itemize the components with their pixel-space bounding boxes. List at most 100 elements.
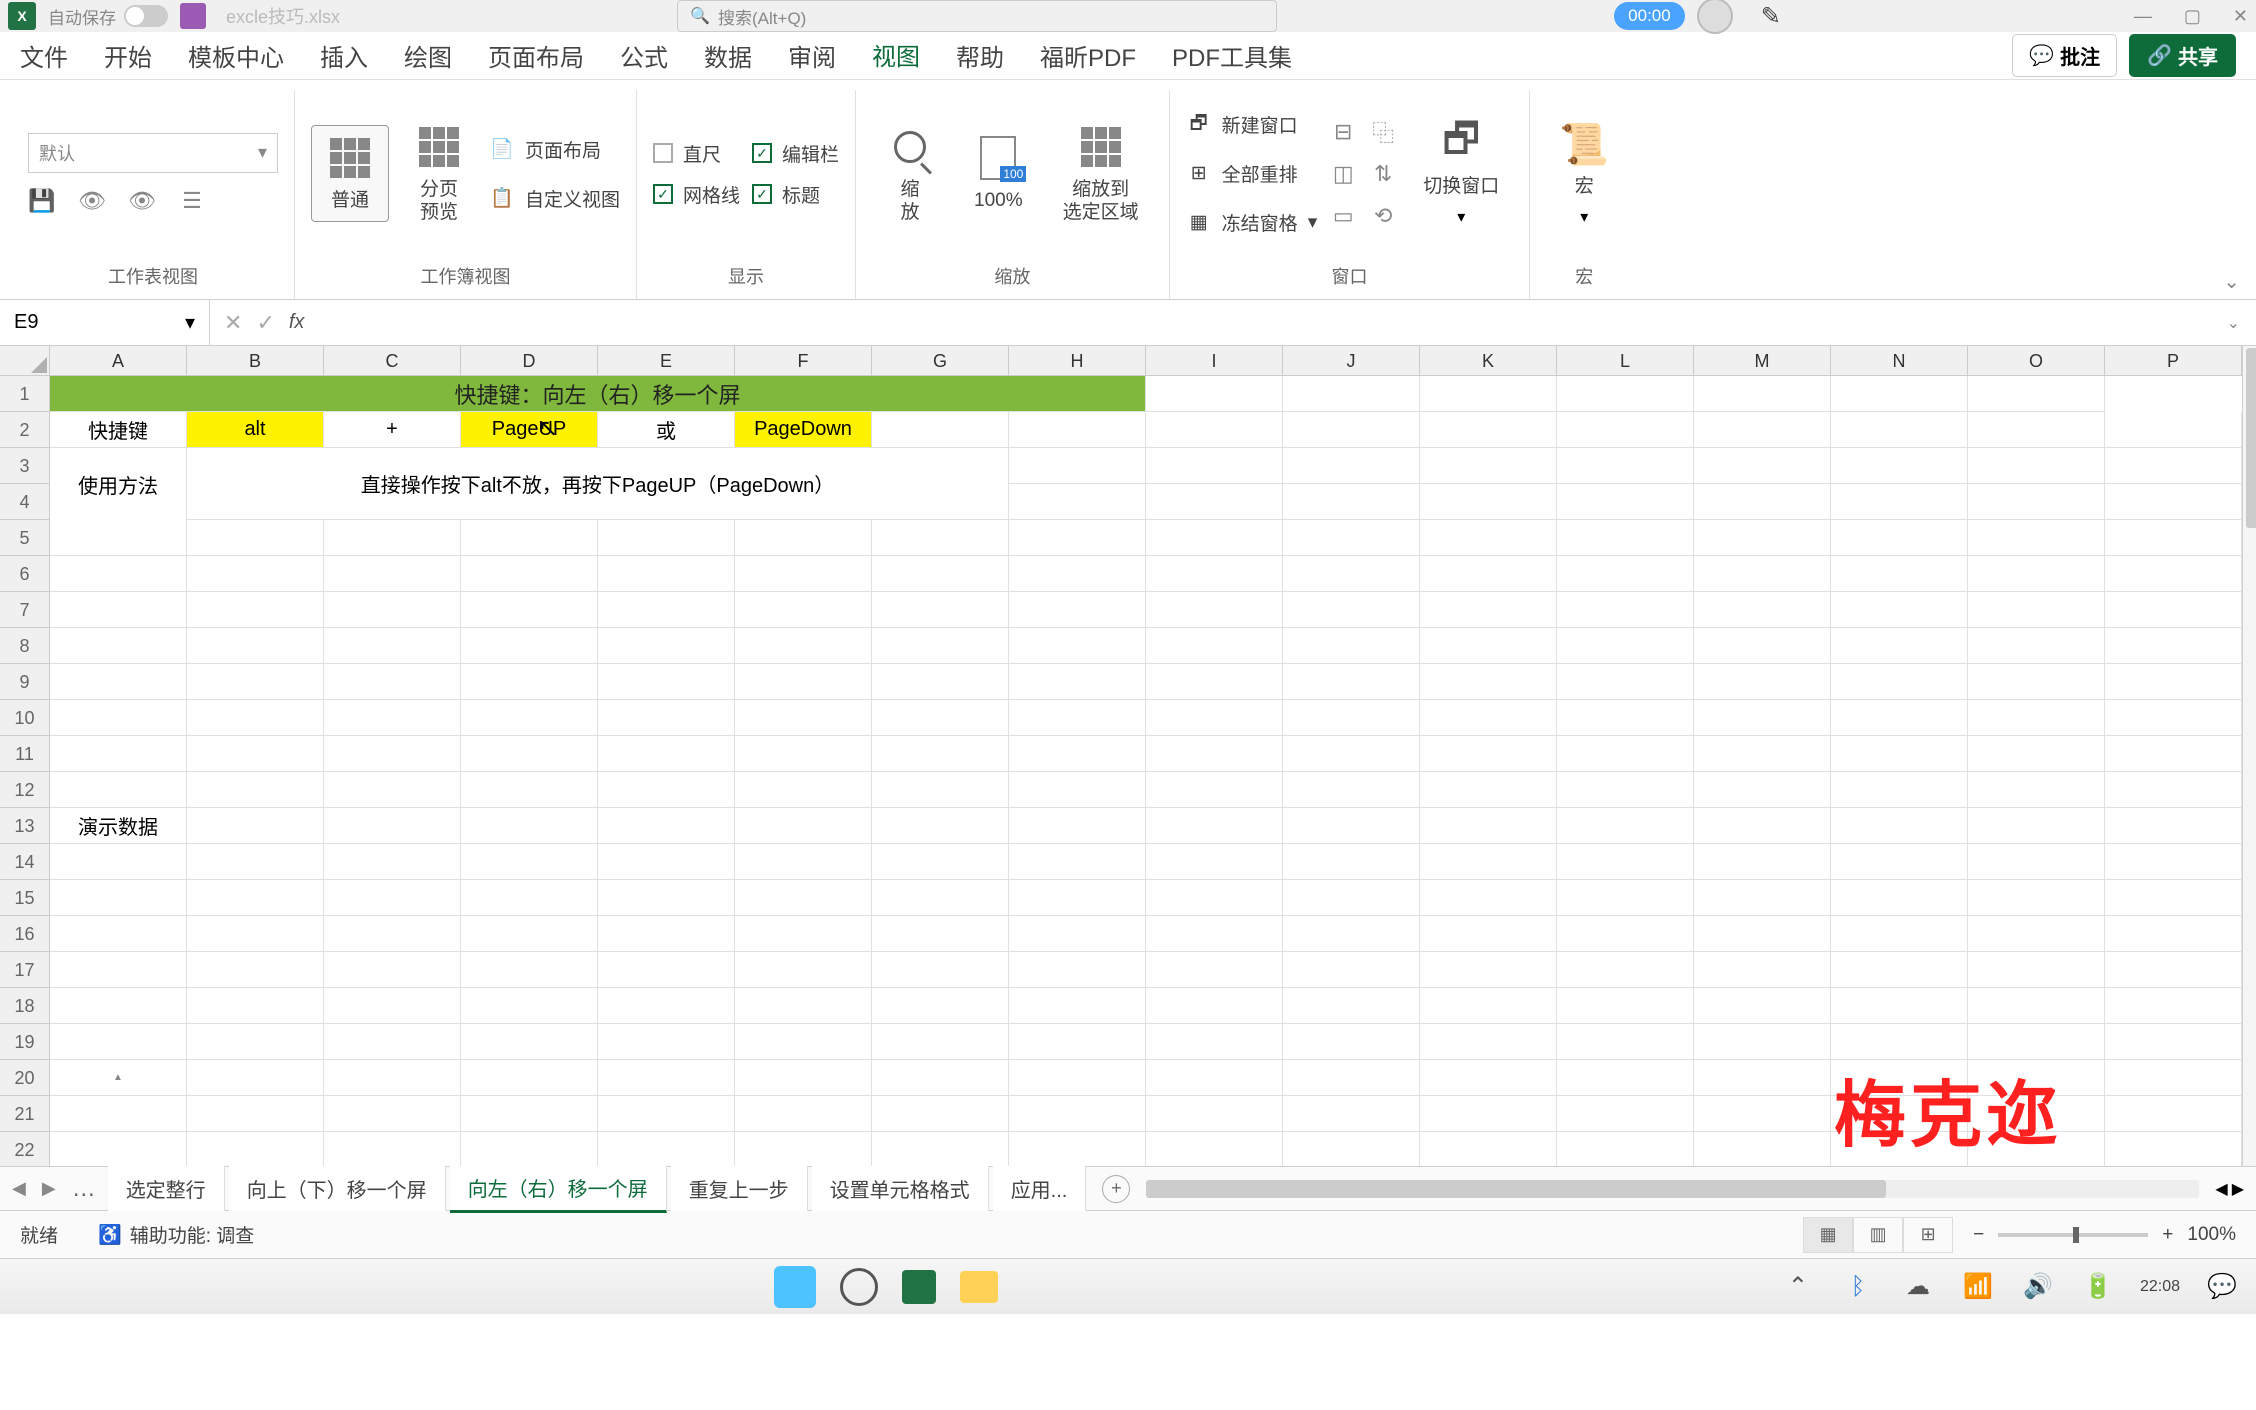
col-header-A[interactable]: A bbox=[50, 346, 187, 376]
cell[interactable] bbox=[735, 952, 872, 988]
cell[interactable] bbox=[324, 1096, 461, 1132]
cell[interactable] bbox=[1283, 952, 1420, 988]
cell[interactable] bbox=[1009, 844, 1146, 880]
cell[interactable] bbox=[1146, 484, 1283, 520]
cell[interactable] bbox=[1420, 844, 1557, 880]
cell[interactable] bbox=[1694, 556, 1831, 592]
row-header-17[interactable]: 17 bbox=[0, 952, 50, 988]
sheet-tab-1[interactable]: 选定整行 bbox=[108, 1166, 225, 1211]
horizontal-scrollbar[interactable] bbox=[1146, 1180, 2199, 1198]
cell[interactable] bbox=[1009, 1132, 1146, 1166]
cell[interactable] bbox=[1009, 988, 1146, 1024]
cell[interactable] bbox=[324, 1024, 461, 1060]
fx-icon[interactable]: fx bbox=[289, 311, 305, 334]
cell[interactable] bbox=[735, 556, 872, 592]
new-icon[interactable]: 👁 bbox=[128, 187, 156, 215]
cell[interactable] bbox=[461, 1096, 598, 1132]
col-header-D[interactable]: D bbox=[461, 346, 598, 376]
cell[interactable] bbox=[1557, 1024, 1694, 1060]
formula-bar-checkbox[interactable]: ✓编辑栏 bbox=[752, 140, 839, 167]
row-header-22[interactable]: 22 bbox=[0, 1132, 50, 1166]
cell[interactable] bbox=[1694, 700, 1831, 736]
row-header-10[interactable]: 10 bbox=[0, 700, 50, 736]
cell[interactable] bbox=[1146, 808, 1283, 844]
row-header-3[interactable]: 3 bbox=[0, 448, 50, 484]
cell[interactable] bbox=[324, 988, 461, 1024]
cell[interactable] bbox=[324, 664, 461, 700]
cell[interactable] bbox=[1009, 916, 1146, 952]
cell[interactable] bbox=[2105, 880, 2242, 916]
cell[interactable] bbox=[1831, 520, 1968, 556]
cell[interactable] bbox=[1694, 1060, 1831, 1096]
cell[interactable] bbox=[872, 808, 1009, 844]
sheet-prev-icon[interactable]: ◀ bbox=[12, 1178, 26, 1199]
hide-icon[interactable]: ◫ bbox=[1329, 160, 1357, 188]
cell[interactable] bbox=[50, 880, 187, 916]
user-avatar[interactable] bbox=[1697, 0, 1733, 34]
cell[interactable] bbox=[1694, 448, 1831, 484]
cell[interactable] bbox=[1283, 988, 1420, 1024]
cell[interactable] bbox=[461, 736, 598, 772]
cell[interactable] bbox=[461, 1024, 598, 1060]
ribbon-collapse-icon[interactable]: ⌄ bbox=[2223, 269, 2240, 294]
cell[interactable] bbox=[1146, 448, 1283, 484]
cell[interactable] bbox=[598, 880, 735, 916]
cell[interactable] bbox=[735, 808, 872, 844]
cell[interactable] bbox=[187, 736, 324, 772]
cell[interactable] bbox=[1420, 412, 1557, 448]
cell[interactable] bbox=[1283, 520, 1420, 556]
expand-formula-icon[interactable]: ⌄ bbox=[2211, 313, 2256, 333]
tab-review[interactable]: 审阅 bbox=[788, 30, 836, 81]
cell[interactable] bbox=[1831, 556, 1968, 592]
cell[interactable] bbox=[187, 664, 324, 700]
cell[interactable] bbox=[1146, 1060, 1283, 1096]
cell-e2[interactable]: 或 bbox=[598, 412, 735, 448]
cell[interactable] bbox=[1831, 484, 1968, 520]
cell[interactable] bbox=[735, 1060, 872, 1096]
cell[interactable] bbox=[1146, 916, 1283, 952]
cell[interactable] bbox=[1968, 808, 2105, 844]
cell[interactable] bbox=[2105, 1024, 2242, 1060]
cell[interactable] bbox=[1420, 988, 1557, 1024]
cell[interactable] bbox=[1968, 448, 2105, 484]
cell[interactable] bbox=[1009, 448, 1146, 484]
cell[interactable] bbox=[1694, 376, 1831, 412]
cell[interactable] bbox=[1146, 664, 1283, 700]
taskbar-folder-icon[interactable] bbox=[960, 1271, 998, 1303]
cell[interactable] bbox=[1146, 700, 1283, 736]
cell[interactable] bbox=[324, 1060, 461, 1096]
page-layout-button[interactable]: 📄页面布局 bbox=[489, 132, 620, 167]
sheet-tab-2[interactable]: 向上（下）移一个屏 bbox=[229, 1166, 446, 1211]
cell[interactable] bbox=[1694, 592, 1831, 628]
cell[interactable] bbox=[461, 664, 598, 700]
cell[interactable] bbox=[50, 736, 187, 772]
cell[interactable] bbox=[1283, 412, 1420, 448]
cell[interactable] bbox=[1968, 880, 2105, 916]
cell[interactable] bbox=[1283, 628, 1420, 664]
cell[interactable] bbox=[324, 952, 461, 988]
cell[interactable] bbox=[50, 628, 187, 664]
cell[interactable] bbox=[872, 952, 1009, 988]
cell[interactable] bbox=[872, 592, 1009, 628]
cell[interactable] bbox=[1420, 1060, 1557, 1096]
cell[interactable] bbox=[1146, 376, 1283, 412]
cell[interactable] bbox=[598, 664, 735, 700]
cell[interactable] bbox=[872, 772, 1009, 808]
cell[interactable] bbox=[2105, 484, 2242, 520]
ruler-checkbox[interactable]: ✓直尺 bbox=[653, 140, 740, 167]
cell[interactable] bbox=[50, 988, 187, 1024]
cell[interactable] bbox=[324, 700, 461, 736]
cell[interactable] bbox=[1420, 916, 1557, 952]
cell[interactable] bbox=[598, 1060, 735, 1096]
cell[interactable] bbox=[187, 592, 324, 628]
cell[interactable] bbox=[872, 556, 1009, 592]
accessibility-status[interactable]: ♿ 辅助功能: 调查 bbox=[98, 1221, 254, 1248]
cell[interactable] bbox=[1831, 412, 1968, 448]
cell[interactable] bbox=[2105, 916, 2242, 952]
row-header-15[interactable]: 15 bbox=[0, 880, 50, 916]
cell[interactable] bbox=[1009, 556, 1146, 592]
onedrive-icon[interactable]: ☁ bbox=[1900, 1269, 1936, 1305]
row-header-13[interactable]: 13 bbox=[0, 808, 50, 844]
cell[interactable] bbox=[1283, 376, 1420, 412]
cell[interactable] bbox=[1009, 880, 1146, 916]
